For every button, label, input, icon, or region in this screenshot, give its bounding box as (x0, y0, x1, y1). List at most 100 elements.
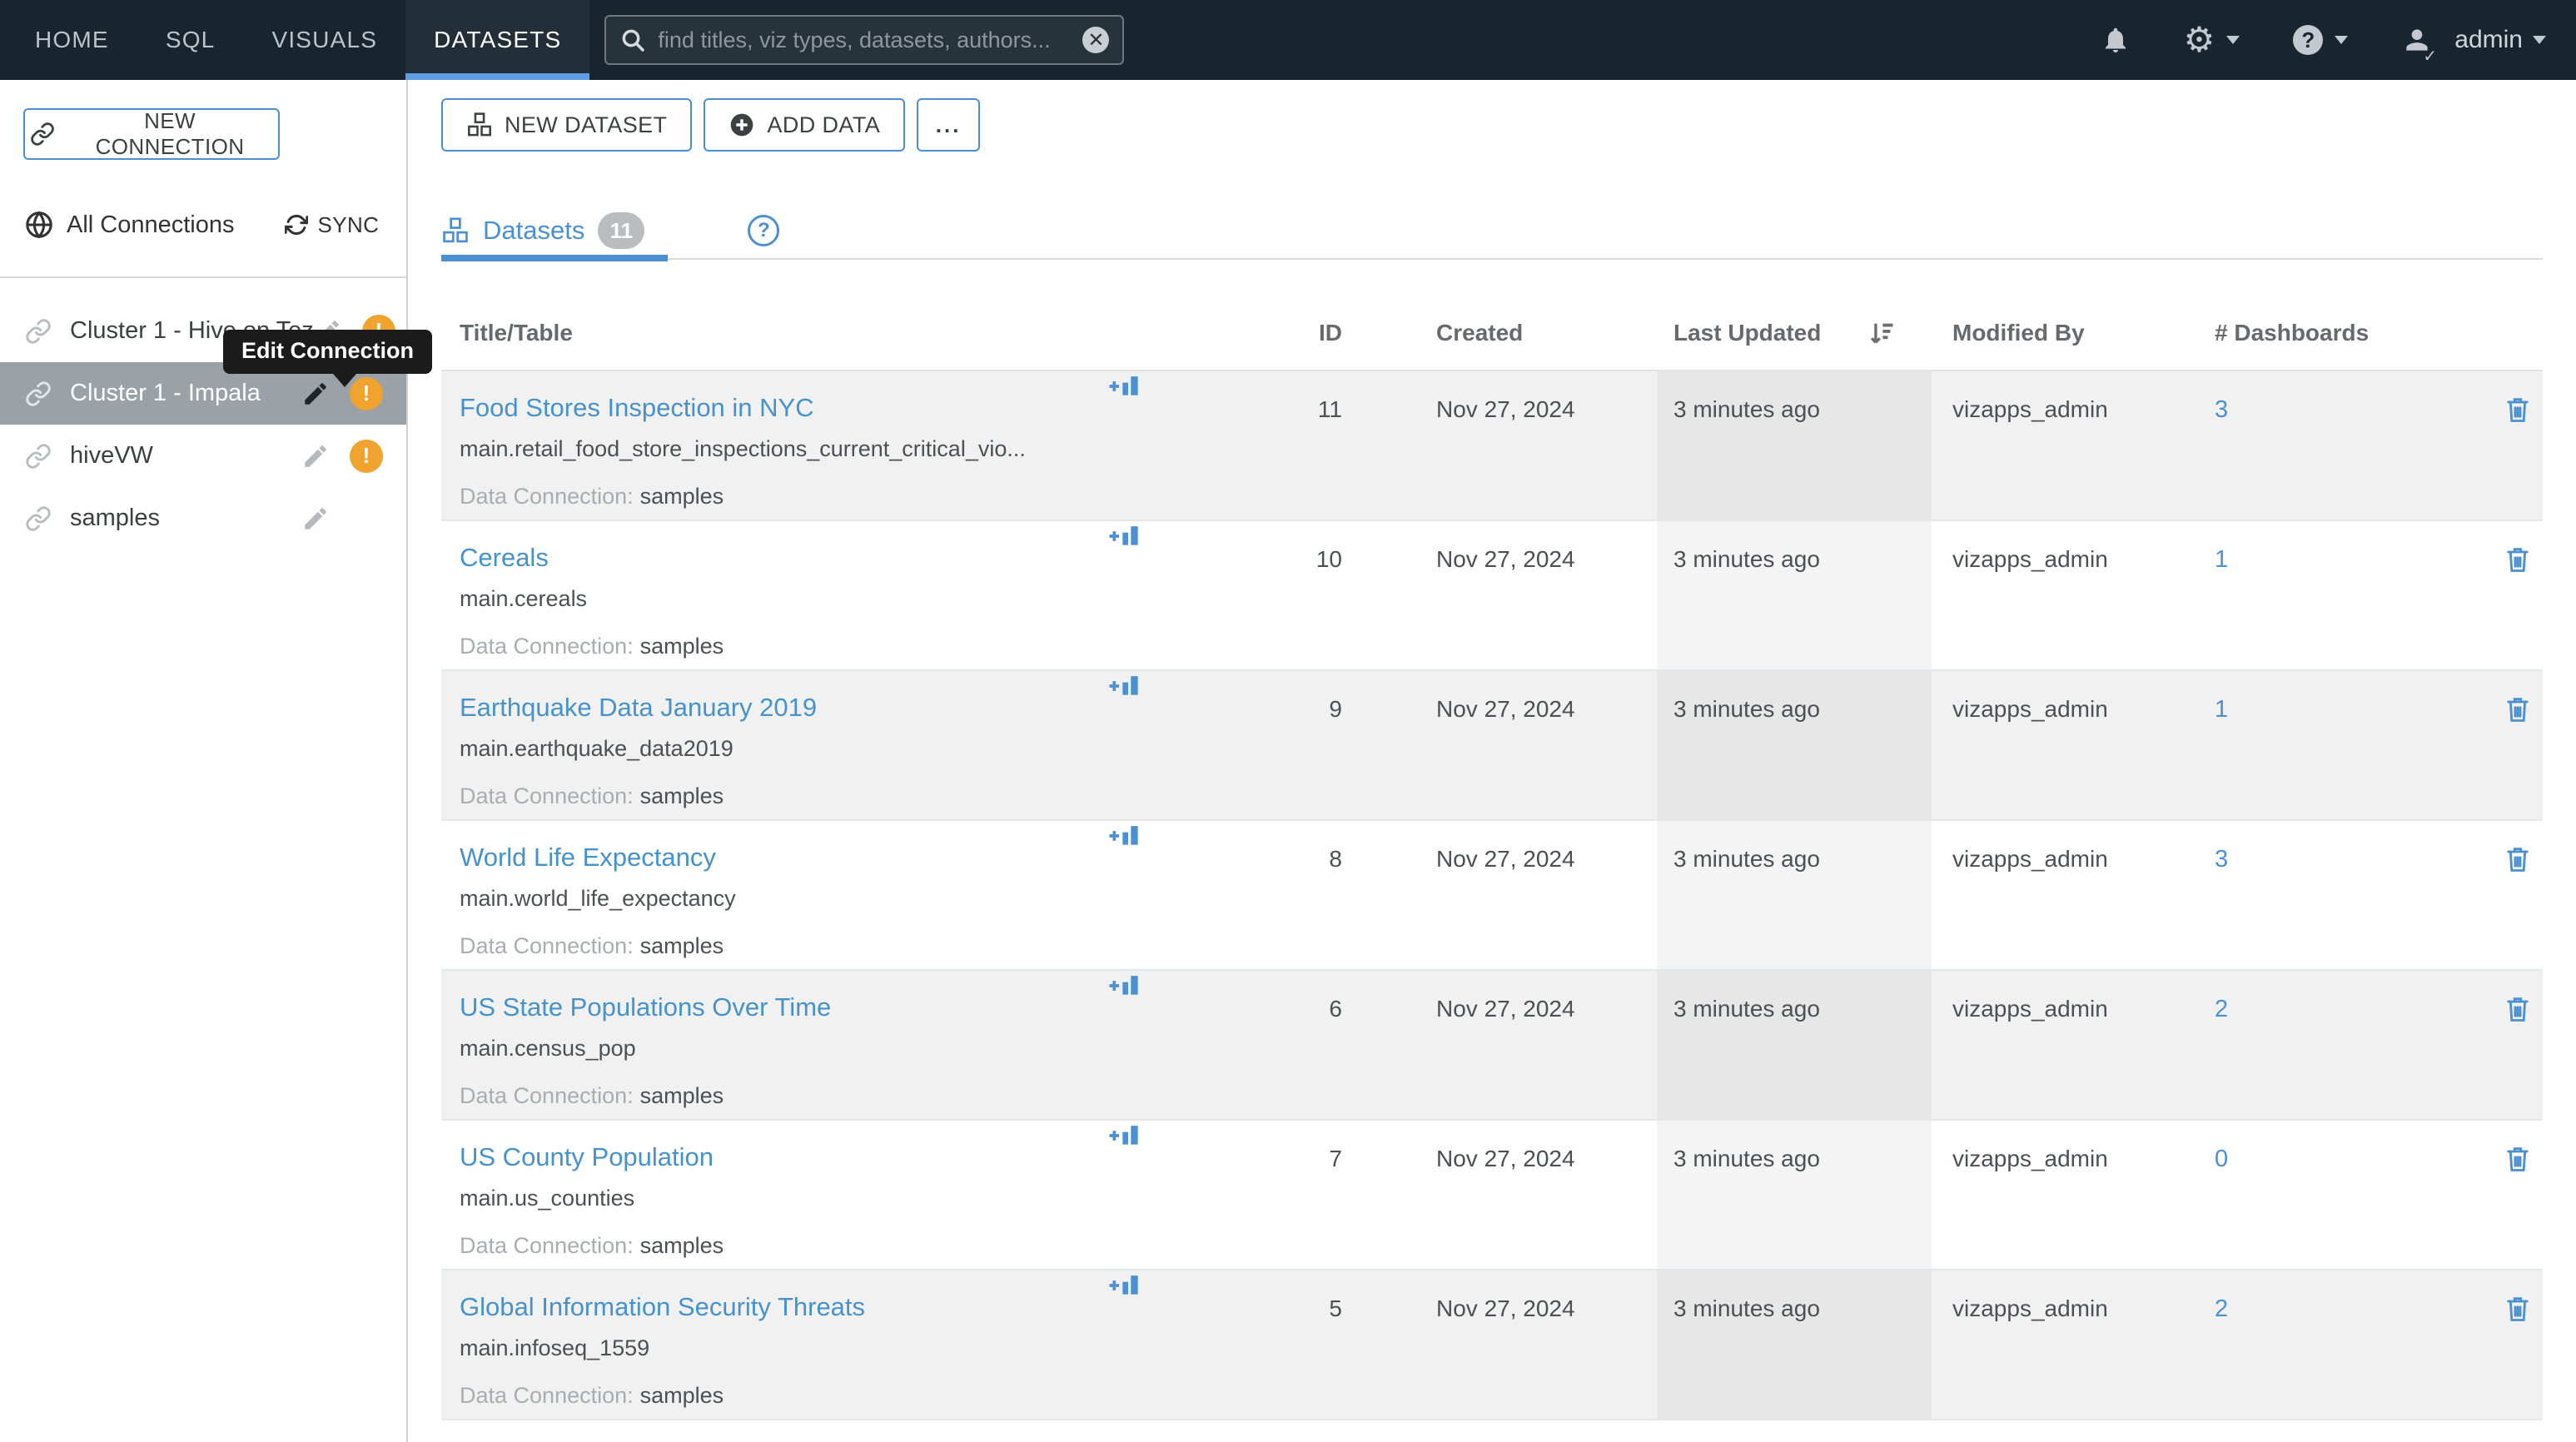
link-icon (30, 122, 55, 147)
dataset-id-cell: 8 (1157, 821, 1349, 969)
dataset-title-cell: Global Information Security Threats main… (441, 1270, 1107, 1419)
column-header-title-table[interactable]: Title/Table (441, 320, 1107, 346)
dataset-id-cell: 7 (1157, 1121, 1349, 1269)
dashboards-count-link[interactable]: 2 (2215, 1270, 2228, 1323)
tab-datasets[interactable]: Datasets 11 (441, 203, 668, 258)
dataset-table-name: main.infoseq_1559 (460, 1335, 1107, 1361)
add-data-button[interactable]: ADD DATA (704, 98, 905, 152)
dataset-dashboards-cell: 3 (2210, 371, 2489, 520)
all-connections-item[interactable]: All Connections (25, 211, 235, 239)
dataset-dashboards-cell: 2 (2210, 1270, 2489, 1419)
edit-connection-icon[interactable] (301, 505, 330, 533)
dataset-actions-cell (2489, 821, 2543, 969)
delete-dataset-icon[interactable] (2503, 1294, 2533, 1419)
settings-menu-button[interactable]: ⚙ (2184, 22, 2240, 57)
dataset-title-link[interactable]: US County Population (460, 1121, 1107, 1172)
more-actions-button[interactable]: ... (917, 98, 980, 152)
dataset-table-name: main.census_pop (460, 1036, 1107, 1062)
delete-dataset-icon[interactable] (2503, 994, 2533, 1119)
delete-dataset-icon[interactable] (2503, 1144, 2533, 1269)
dataset-modified-by-cell: vizapps_admin (1932, 671, 2210, 819)
connection-item[interactable]: hiveVW ! (0, 425, 406, 487)
new-dashboard-icon[interactable] (1107, 671, 1157, 699)
datasets-help-icon[interactable]: ? (748, 215, 779, 246)
dataset-connection-line: Data Connection:samples (460, 1083, 1107, 1109)
new-dashboard-icon[interactable] (1107, 971, 1157, 999)
dataset-title-link[interactable]: Food Stores Inspection in NYC (460, 371, 1107, 423)
column-header-dashboards[interactable]: # Dashboards (2210, 320, 2489, 346)
nav-item-datasets[interactable]: DATASETS (405, 0, 589, 80)
nav-item-home[interactable]: HOME (0, 0, 137, 80)
chevron-down-icon (2335, 36, 2348, 44)
dataset-connection-line: Data Connection:samples (460, 1233, 1107, 1259)
dataset-title-cell: World Life Expectancy main.world_life_ex… (441, 821, 1107, 969)
new-dashboard-icon[interactable] (1107, 371, 1157, 400)
datasets-table: Title/Table ID Created Last Updated Modi… (441, 296, 2543, 1420)
new-dataset-button[interactable]: NEW DATASET (441, 98, 692, 152)
dataset-id-cell: 6 (1157, 971, 1349, 1119)
user-menu-button[interactable]: ✓ admin (2401, 24, 2546, 56)
edit-connection-icon[interactable] (301, 442, 330, 470)
nav-item-sql[interactable]: SQL (137, 0, 244, 80)
new-dataset-label: NEW DATASET (505, 112, 667, 138)
user-check-icon: ✓ (2423, 46, 2437, 67)
new-dashboard-icon[interactable] (1107, 821, 1157, 849)
edit-connection-icon[interactable] (301, 380, 330, 408)
new-connection-button[interactable]: NEW CONNECTION (23, 108, 280, 160)
dataset-title-link[interactable]: Earthquake Data January 2019 (460, 671, 1107, 723)
delete-dataset-icon[interactable] (2503, 544, 2533, 669)
dashboards-count-link[interactable]: 2 (2215, 971, 2228, 1023)
dataset-title-link[interactable]: Cereals (460, 521, 1107, 573)
global-search[interactable]: ✕ (604, 15, 1124, 65)
dataset-table-body: Food Stores Inspection in NYC main.retai… (441, 371, 2543, 1420)
dataset-created-cell: Nov 27, 2024 (1349, 971, 1657, 1119)
dashboards-count-link[interactable]: 0 (2215, 1121, 2228, 1173)
help-menu-button[interactable]: ? (2293, 25, 2348, 55)
dataset-created-cell: Nov 27, 2024 (1349, 371, 1657, 520)
top-navbar: HOME SQL VISUALS DATASETS ✕ ⚙ ? ✓ admi (0, 0, 2576, 80)
connection-warning-icon[interactable]: ! (350, 440, 383, 473)
dataset-title-link[interactable]: Global Information Security Threats (460, 1270, 1107, 1322)
dashboards-count-link[interactable]: 1 (2215, 671, 2228, 723)
new-dashboard-icon[interactable] (1107, 1270, 1157, 1299)
dashboards-count-link[interactable]: 3 (2215, 371, 2228, 424)
table-row[interactable]: US State Populations Over Time main.cens… (441, 971, 2543, 1121)
dataset-title-cell: US County Population main.us_counties Da… (441, 1121, 1107, 1269)
column-header-last-updated[interactable]: Last Updated (1657, 319, 1932, 347)
sync-button[interactable]: SYNC (285, 212, 380, 238)
table-row[interactable]: Food Stores Inspection in NYC main.retai… (441, 371, 2543, 521)
connection-item[interactable]: samples ! (0, 487, 406, 549)
search-input[interactable] (656, 27, 1082, 54)
column-header-created[interactable]: Created (1349, 320, 1657, 346)
table-row[interactable]: Cereals main.cereals Data Connection:sam… (441, 521, 2543, 671)
notifications-button[interactable] (2101, 25, 2131, 55)
dataset-actions-cell (2489, 971, 2543, 1119)
delete-dataset-icon[interactable] (2503, 694, 2533, 819)
table-row[interactable]: World Life Expectancy main.world_life_ex… (441, 821, 2543, 971)
nav-item-visuals[interactable]: VISUALS (243, 0, 405, 80)
dashboards-count-link[interactable]: 1 (2215, 521, 2228, 574)
table-row[interactable]: US County Population main.us_counties Da… (441, 1121, 2543, 1270)
delete-dataset-icon[interactable] (2503, 395, 2533, 520)
table-row[interactable]: Global Information Security Threats main… (441, 1270, 2543, 1420)
new-dashboard-icon[interactable] (1107, 1121, 1157, 1149)
dataset-title-link[interactable]: World Life Expectancy (460, 821, 1107, 873)
dataset-connection-line: Data Connection:samples (460, 484, 1107, 510)
column-header-id[interactable]: ID (1157, 320, 1349, 346)
sync-icon (285, 213, 308, 236)
dataset-updated-cell: 3 minutes ago (1657, 521, 1932, 669)
dashboards-count-link[interactable]: 3 (2215, 821, 2228, 873)
column-header-modified-by[interactable]: Modified By (1932, 320, 2210, 346)
new-dashboard-icon[interactable] (1107, 521, 1157, 549)
dataset-title-cell: Earthquake Data January 2019 main.earthq… (441, 671, 1107, 819)
dataset-created-cell: Nov 27, 2024 (1349, 671, 1657, 819)
search-clear-icon[interactable]: ✕ (1082, 27, 1109, 53)
dataset-title-link[interactable]: US State Populations Over Time (460, 971, 1107, 1022)
connection-actions: ! (301, 502, 383, 535)
data-connection-label: Data Connection: (460, 1383, 634, 1408)
sort-descending-icon[interactable] (1867, 319, 1896, 347)
table-row[interactable]: Earthquake Data January 2019 main.earthq… (441, 671, 2543, 821)
link-icon (25, 318, 52, 345)
delete-dataset-icon[interactable] (2503, 844, 2533, 969)
main-content: NEW DATASET ADD DATA ... Datasets 11 ? T… (410, 80, 2576, 1442)
